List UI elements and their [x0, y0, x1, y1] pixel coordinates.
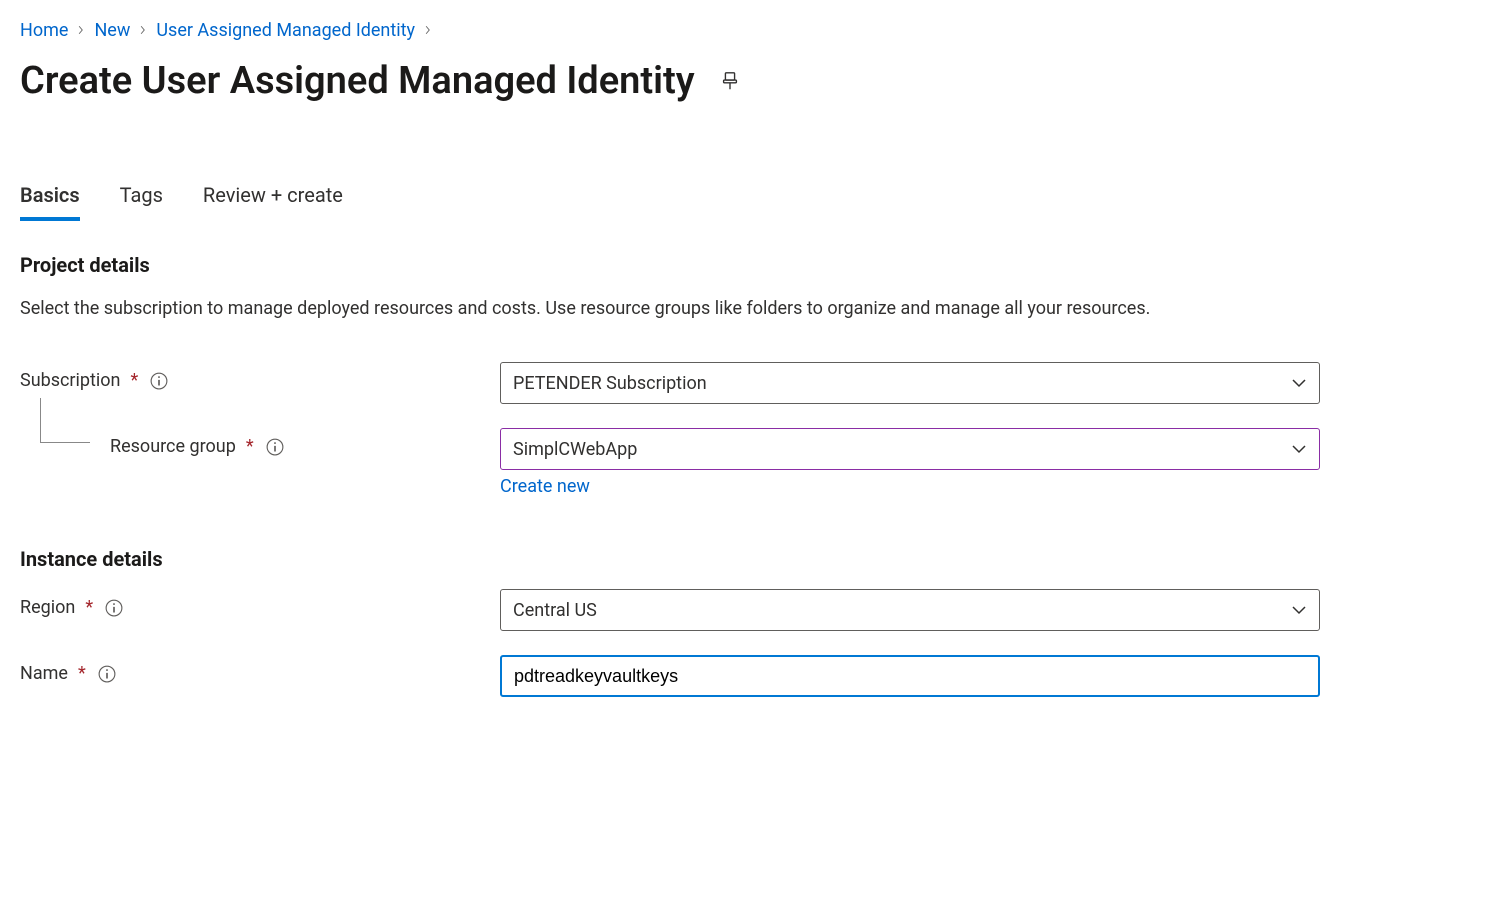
breadcrumb: Home New User Assigned Managed Identity — [20, 20, 1486, 41]
instance-details-title: Instance details — [20, 547, 1486, 571]
section-project-details: Project details Select the subscription … — [20, 253, 1486, 497]
tabs: Basics Tags Review + create — [20, 183, 1486, 221]
chevron-right-icon — [423, 23, 433, 39]
subscription-label-col: Subscription * — [20, 362, 500, 391]
section-instance-details: Instance details Region * Central US Nam… — [20, 547, 1486, 697]
info-icon[interactable] — [266, 438, 284, 456]
subscription-dropdown[interactable]: PETENDER Subscription — [500, 362, 1320, 404]
chevron-down-icon — [1291, 602, 1307, 618]
create-new-link[interactable]: Create new — [500, 476, 590, 497]
tab-review-create[interactable]: Review + create — [203, 183, 343, 221]
project-details-title: Project details — [20, 253, 1486, 277]
chevron-down-icon — [1291, 441, 1307, 457]
region-value: Central US — [513, 600, 597, 621]
resource-group-label: Resource group — [110, 436, 236, 457]
required-indicator: * — [246, 436, 254, 457]
region-label-col: Region * — [20, 589, 500, 618]
resource-group-label-col: Resource group * — [20, 428, 500, 457]
subscription-label: Subscription — [20, 370, 121, 391]
region-label: Region — [20, 597, 75, 618]
subscription-value: PETENDER Subscription — [513, 373, 707, 394]
form-row-region: Region * Central US — [20, 589, 1486, 631]
required-indicator: * — [78, 663, 86, 684]
form-row-subscription: Subscription * PETENDER Subscription — [20, 362, 1486, 404]
tab-tags[interactable]: Tags — [120, 183, 163, 221]
breadcrumb-link-new[interactable]: New — [94, 20, 130, 41]
pin-icon[interactable] — [719, 70, 741, 92]
name-label: Name — [20, 663, 68, 684]
resource-group-dropdown[interactable]: SimplCWebApp — [500, 428, 1320, 470]
project-details-description: Select the subscription to manage deploy… — [20, 295, 1220, 322]
form-row-name: Name * — [20, 655, 1486, 697]
chevron-right-icon — [76, 23, 86, 39]
tab-basics[interactable]: Basics — [20, 183, 80, 221]
info-icon[interactable] — [98, 665, 116, 683]
indent-line — [40, 398, 90, 443]
chevron-down-icon — [1291, 375, 1307, 391]
chevron-right-icon — [138, 23, 148, 39]
page-title: Create User Assigned Managed Identity — [20, 59, 695, 103]
form-row-resource-group: Resource group * SimplCWebApp Create new — [20, 428, 1486, 497]
info-icon[interactable] — [150, 372, 168, 390]
required-indicator: * — [131, 370, 139, 391]
name-input[interactable] — [500, 655, 1320, 697]
breadcrumb-link-home[interactable]: Home — [20, 20, 68, 41]
page-header: Create User Assigned Managed Identity — [20, 59, 1486, 103]
info-icon[interactable] — [105, 599, 123, 617]
required-indicator: * — [85, 597, 93, 618]
name-label-col: Name * — [20, 655, 500, 684]
region-dropdown[interactable]: Central US — [500, 589, 1320, 631]
breadcrumb-link-identity[interactable]: User Assigned Managed Identity — [156, 20, 415, 41]
resource-group-value: SimplCWebApp — [513, 439, 637, 460]
